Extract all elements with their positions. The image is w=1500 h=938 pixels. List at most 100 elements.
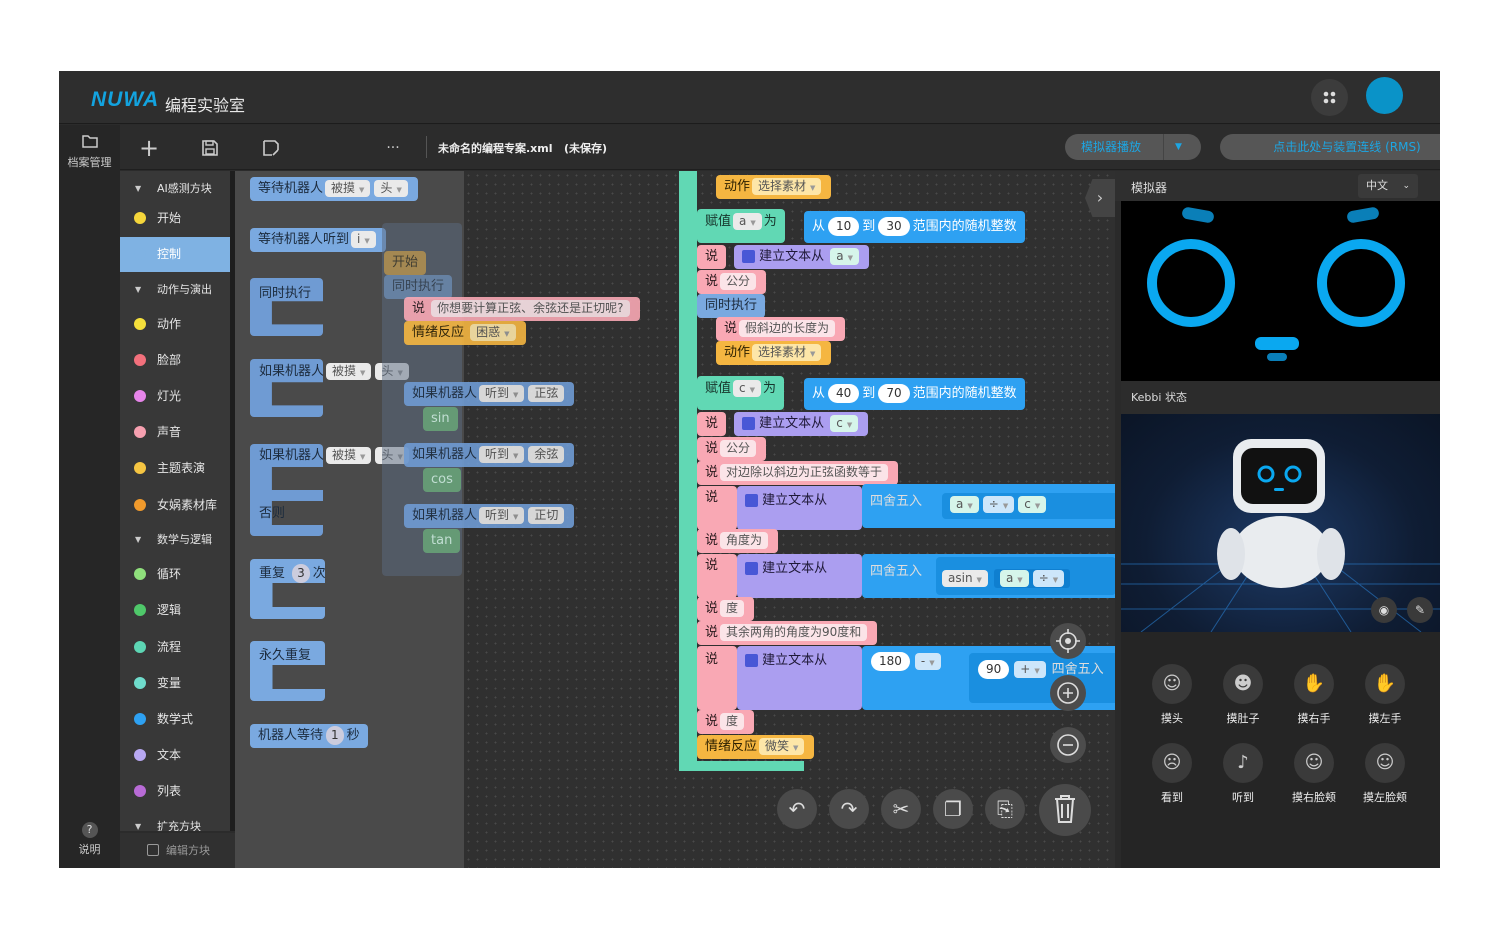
say-asin-block[interactable]: 说 (697, 554, 737, 598)
trash-button[interactable] (1039, 784, 1091, 836)
undo-button[interactable]: ↶ (777, 789, 817, 829)
edit-blocks-button[interactable]: 编辑方块 (120, 833, 235, 868)
gear-icon[interactable] (745, 494, 758, 507)
paste-button[interactable]: ⎘ (985, 789, 1025, 829)
file-manager-button[interactable]: 档案管理 (59, 133, 120, 170)
robot-wait-block[interactable]: 机器人等待 1 秒 (250, 724, 368, 748)
asin-dropdown[interactable]: asin ▼ (942, 570, 988, 587)
category-item[interactable]: 数学式 (120, 702, 230, 737)
gear-icon[interactable] (742, 250, 755, 263)
min-input[interactable]: 10 (828, 217, 860, 236)
text-value[interactable]: 度 (720, 713, 745, 730)
connect-device-button[interactable]: 点击此处与装置连线 (RMS) (1220, 134, 1440, 160)
say-other-angles-block[interactable]: 说其余两角的角度为90度和 (697, 621, 878, 645)
operator-dropdown[interactable]: ÷ ▼ (1032, 570, 1065, 587)
text-value[interactable]: 对边除以斜边为正弦函数等于 (720, 464, 889, 481)
hear-var-dropdown[interactable]: i ▼ (351, 231, 376, 248)
category-item[interactable]: 声音 (120, 415, 230, 450)
gesture-button[interactable]: ✋ 摸左手 (1355, 664, 1415, 726)
say-cm-block-2[interactable]: 说公分 (697, 437, 767, 461)
build-text-asin[interactable]: 建立文本从 (737, 554, 862, 598)
gesture-button[interactable]: ☺ 摸右脸颊 (1284, 743, 1344, 805)
assign-c-block[interactable]: 赋值 c ▼ 为 (697, 376, 785, 410)
wait-seconds-input[interactable]: 1 (326, 726, 344, 745)
gesture-button[interactable]: ♪ 听到 (1213, 743, 1273, 805)
category-item[interactable]: 开始 (120, 201, 230, 236)
text-value[interactable]: 假斜边的长度为 (739, 320, 836, 337)
more-button[interactable]: ··· (378, 133, 408, 163)
redo-button[interactable]: ↷ (829, 789, 869, 829)
pin-button[interactable]: ✎ (1407, 597, 1433, 623)
say-ratio-block[interactable]: 说对边除以斜边为正弦函数等于 (697, 461, 899, 485)
build-text-round[interactable]: 建立文本从 (737, 486, 862, 530)
category-item[interactable]: 列表 (120, 774, 230, 809)
var-a-dropdown[interactable]: a ▼ (733, 213, 762, 230)
max-input[interactable]: 30 (878, 217, 910, 236)
gesture-button[interactable]: ☺ 摸左脸颊 (1355, 743, 1415, 805)
cut-button[interactable]: ✂ (881, 789, 921, 829)
zoom-out-button[interactable] (1050, 727, 1086, 763)
category-group-header[interactable]: ▼ 扩充方块 (120, 809, 230, 831)
var-c-dropdown[interactable]: c ▼ (1018, 496, 1047, 513)
help-button[interactable]: ? 说明 (59, 822, 120, 857)
var-a-dropdown[interactable]: a ▼ (950, 496, 979, 513)
parallel-block-main[interactable]: 同时执行 (697, 294, 766, 318)
touched-dropdown[interactable]: 被摸 ▼ (326, 363, 372, 380)
assign-a-block[interactable]: 赋值 a ▼ 为 (697, 209, 785, 243)
action-block-2[interactable]: 动作 选择素材 ▼ (716, 341, 832, 365)
save-as-button[interactable] (256, 133, 286, 163)
category-item[interactable]: 变量 (120, 666, 230, 701)
max-input[interactable]: 70 (878, 384, 910, 403)
say-deg-block-2[interactable]: 说度 (697, 710, 755, 734)
category-item[interactable]: 文本 (120, 738, 230, 773)
text-value[interactable]: 公分 (720, 273, 757, 290)
emotion-dropdown[interactable]: 微笑 ▼ (759, 738, 805, 755)
gear-icon[interactable] (742, 417, 755, 430)
material-dropdown[interactable]: 选择素材 ▼ (752, 178, 822, 195)
var-c-dropdown[interactable]: c ▼ (830, 415, 859, 432)
say-hyp-block[interactable]: 说假斜边的长度为 (716, 317, 846, 341)
action-block-1[interactable]: 动作 选择素材 ▼ (716, 175, 832, 199)
number-input[interactable]: 180 (871, 652, 910, 671)
say-block-c[interactable]: 说 (697, 412, 727, 436)
build-text-compute[interactable]: 建立文本从 (737, 646, 862, 710)
say-block-a[interactable]: 说 (697, 245, 727, 269)
build-text-block-c[interactable]: 建立文本从 c ▼ (734, 412, 869, 436)
language-select[interactable]: 中文 ⌄ (1358, 174, 1418, 198)
say-compute-block[interactable]: 说 (697, 646, 737, 710)
touched-dropdown[interactable]: 被摸 ▼ (325, 180, 371, 197)
gear-icon[interactable] (745, 654, 758, 667)
emotion-smile-block[interactable]: 情绪反应 微笑 ▼ (697, 735, 815, 759)
material-dropdown[interactable]: 选择素材 ▼ (752, 344, 822, 361)
random-int-block-a[interactable]: 从 10 到 30 范围内的随机整数 (804, 211, 1025, 243)
chevron-down-icon[interactable]: ▼ (1175, 134, 1182, 160)
category-group-header[interactable]: ▼ 动作与演出 (120, 272, 230, 307)
save-button[interactable] (195, 133, 225, 163)
category-item[interactable]: 动作 (120, 307, 230, 342)
category-item[interactable]: 女娲素材库 (120, 488, 230, 523)
operator-dropdown[interactable]: ÷ ▼ (982, 496, 1015, 513)
screenshot-button[interactable]: ◉ (1371, 597, 1397, 623)
category-item[interactable]: 控制 (120, 237, 230, 272)
number-input[interactable]: 90 (978, 660, 1010, 679)
head-dropdown[interactable]: 头▼ (374, 180, 408, 197)
gesture-button[interactable]: ☻ 摸肚子 (1213, 664, 1273, 726)
recenter-button[interactable] (1050, 623, 1086, 659)
operator-dropdown[interactable]: + ▼ (1014, 661, 1046, 678)
text-value[interactable]: 其余两角的角度为90度和 (720, 624, 868, 641)
category-item[interactable]: 逻辑 (120, 593, 230, 628)
operator-dropdown[interactable]: - ▼ (914, 653, 941, 670)
category-item[interactable]: 主题表演 (120, 451, 230, 486)
divide-block[interactable]: a ▼ ÷ ▼ c ▼ (942, 493, 1115, 519)
say-round-block[interactable]: 说 (697, 486, 737, 530)
var-c-dropdown[interactable]: c ▼ (733, 380, 762, 397)
build-text-block-a[interactable]: 建立文本从 a ▼ (734, 245, 870, 269)
say-angle-block[interactable]: 说角度为 (697, 529, 779, 553)
var-a-dropdown[interactable]: a ▼ (999, 570, 1029, 587)
text-value[interactable]: 角度为 (720, 532, 769, 549)
touched-dropdown[interactable]: 被摸 ▼ (326, 447, 372, 464)
category-item[interactable]: 流程 (120, 630, 230, 665)
say-cm-block[interactable]: 说公分 (697, 270, 767, 294)
gesture-button[interactable]: ☹ 看到 (1142, 743, 1202, 805)
category-group-header[interactable]: ▼ 数学与逻辑 (120, 522, 230, 557)
